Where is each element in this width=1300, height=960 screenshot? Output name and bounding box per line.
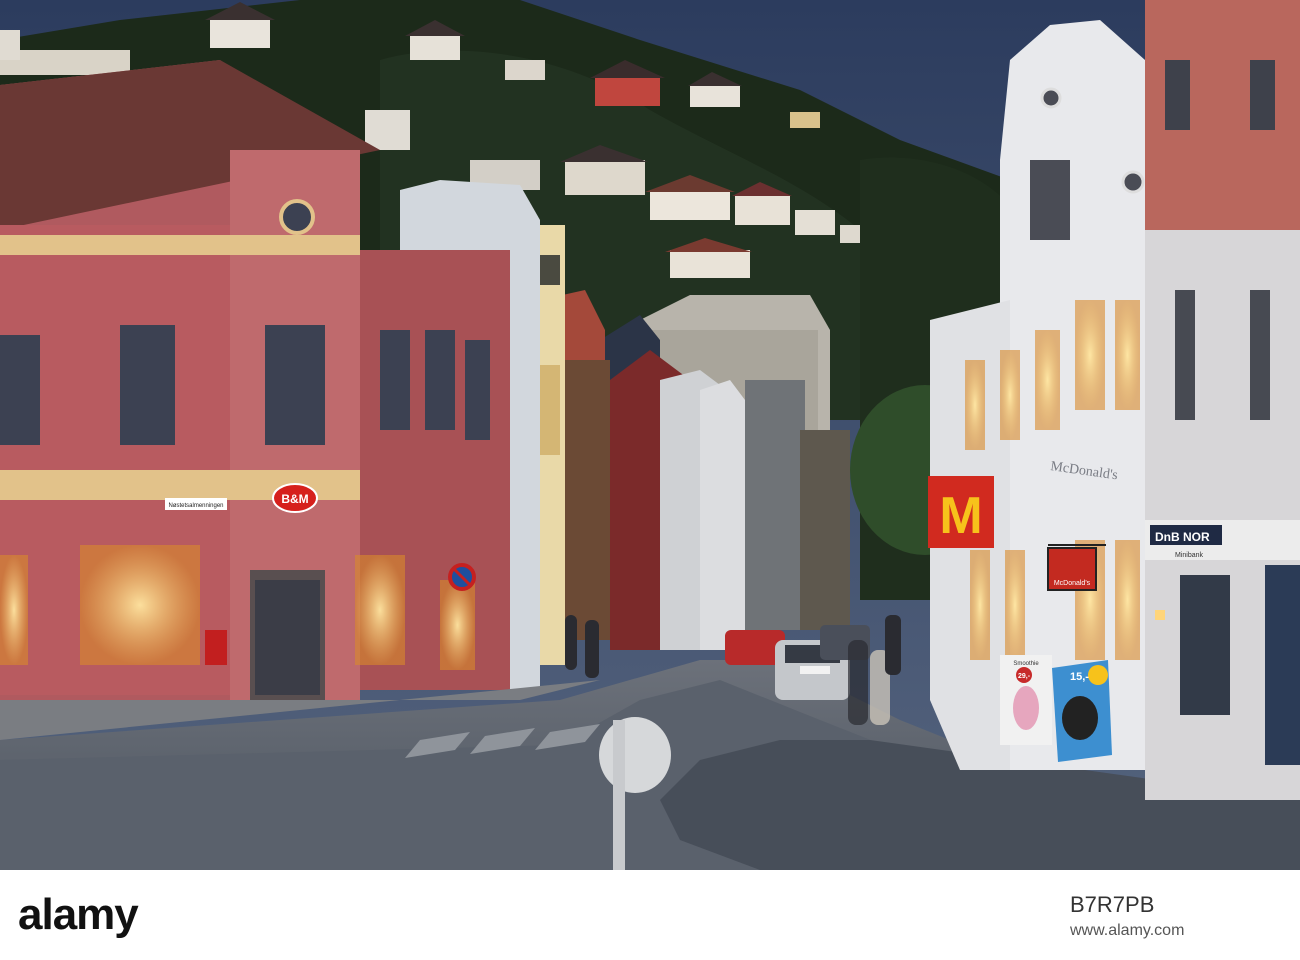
site-url: www.alamy.com [1070,922,1185,939]
dnb-building: DnB NOR Minibank [1145,0,1300,800]
mcdonalds-hanging-text: McDonald's [1054,580,1091,587]
bm-sign-text: B&M [281,492,308,506]
street-sign-text: Nøstetsalmenningen [168,503,223,509]
mcdonalds-flag-logo: M [939,487,982,545]
watermark-bar: alamy B7R7PB www.alamy.com [0,870,1300,960]
dnb-sign: DnB NOR [1155,530,1210,544]
dnb-minibank: Minibank [1175,552,1204,559]
mid-buildings [540,290,850,650]
ad-price-1: 29,- [1018,673,1031,680]
image-id: B7R7PB [1070,892,1155,917]
alamy-logo: alamy [18,890,139,939]
bm-sign: B&M [272,483,318,513]
street-photo: B&M Nøstetsalmenningen McDonald's M McDo… [0,0,1300,870]
ad-label: Smoothie [1013,661,1039,667]
ad-price-2: 15,- [1070,671,1089,683]
mcdonalds-flag: M [928,476,994,548]
